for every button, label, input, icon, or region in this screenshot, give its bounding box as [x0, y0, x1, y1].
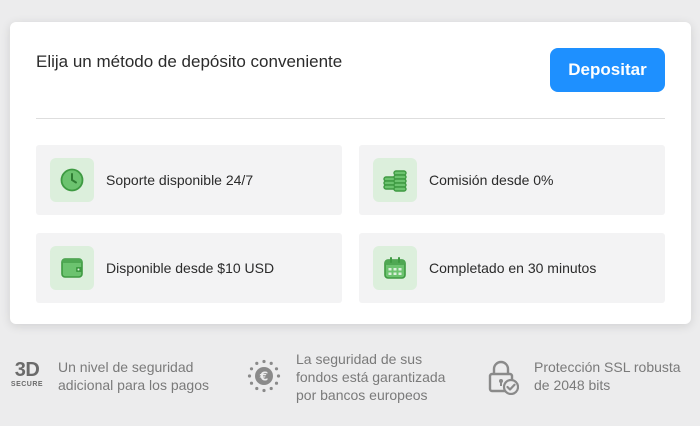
trust-3d-secure: 3D SECURE Un nivel de seguridad adiciona… [8, 350, 218, 394]
calendar-icon [373, 246, 417, 290]
coins-icon [373, 158, 417, 202]
feature-support: Soporte disponible 24/7 [36, 145, 342, 215]
feature-commission: Comisión desde 0% [359, 145, 665, 215]
3d-secure-icon: 3D SECURE [8, 356, 46, 392]
3d-secure-big: 3D [14, 358, 40, 381]
deposit-button[interactable]: Depositar [550, 48, 665, 92]
trust-ssl: Protección SSL robusta de 2048 bits [486, 350, 694, 396]
card-title: Elija un método de depósito conveniente [36, 52, 343, 71]
ssl-text: Protección SSL robusta de 2048 bits [534, 359, 681, 393]
3d-secure-small: SECURE [10, 380, 44, 388]
trust-european-banks: € La seguridad de sus fondos está garant… [246, 350, 456, 404]
svg-text:€: € [259, 370, 268, 384]
deposit-card: Elija un método de depósito conveniente … [10, 22, 691, 324]
feature-label: Soporte disponible 24/7 [106, 172, 254, 188]
clock-icon [50, 158, 94, 202]
feature-label: Comisión desde 0% [429, 172, 554, 188]
european-banks-text: La seguridad de sus fondos está garantiz… [296, 351, 446, 403]
wallet-icon [50, 246, 94, 290]
feature-minimum: Disponible desde $10 USD [36, 233, 342, 303]
feature-label: Disponible desde $10 USD [106, 260, 275, 276]
euro-stars-icon: € [246, 358, 282, 394]
divider [36, 118, 665, 119]
feature-time: Completado en 30 minutos [359, 233, 665, 303]
lock-check-icon [486, 358, 520, 396]
3d-secure-text: Un nivel de seguridad adicional para los… [58, 359, 209, 393]
feature-label: Completado en 30 minutos [429, 260, 597, 276]
